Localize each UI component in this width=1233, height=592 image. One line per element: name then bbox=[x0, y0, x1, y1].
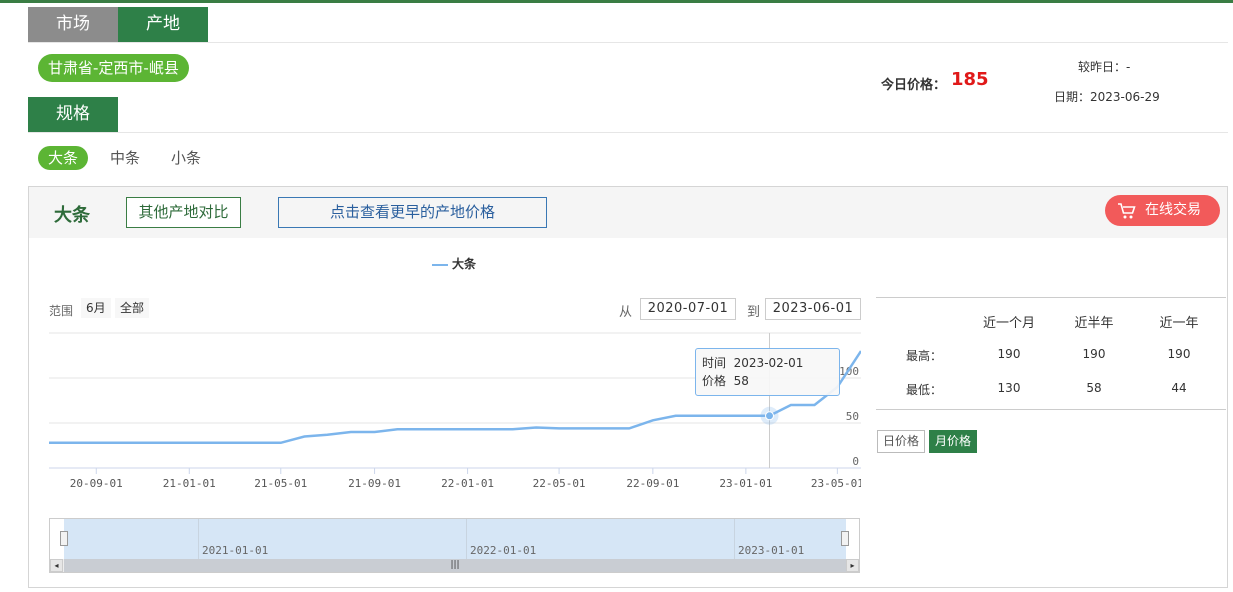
x-tick-label: 21-09-01 bbox=[348, 477, 401, 490]
spec-option-large[interactable]: 大条 bbox=[38, 146, 89, 170]
spec-option-medium[interactable]: 中条 bbox=[110, 146, 140, 170]
navigator-tick-label: 2021-01-01 bbox=[202, 544, 269, 557]
x-tick-label: 22-09-01 bbox=[626, 477, 679, 490]
x-tick-label: 23-05-01 bbox=[811, 477, 861, 490]
x-tick-label: 20-09-01 bbox=[70, 477, 123, 490]
tab-origin[interactable]: 产地 bbox=[118, 7, 208, 42]
tab-market[interactable]: 市场 bbox=[28, 7, 118, 42]
panel-title: 大条 bbox=[54, 205, 90, 226]
x-tick-label: 21-01-01 bbox=[163, 477, 216, 490]
range-6m-button[interactable]: 6月 bbox=[81, 298, 111, 318]
stat-col-halfyear: 近半年 bbox=[1074, 316, 1114, 331]
stat-col-year: 近一年 bbox=[1159, 316, 1199, 331]
legend-label: 大条 bbox=[452, 257, 477, 271]
category-tabs: 市场 产地 bbox=[28, 7, 208, 42]
spec-section-title: 规格 bbox=[28, 97, 118, 132]
stat-high-year: 190 bbox=[1167, 347, 1191, 361]
tooltip-price-label: 价格 bbox=[702, 374, 727, 388]
today-price-label: 今日价格： bbox=[881, 78, 947, 93]
top-accent-bar bbox=[0, 0, 1233, 3]
spec-option-small[interactable]: 小条 bbox=[171, 146, 201, 170]
divider bbox=[28, 42, 1228, 43]
navigator-tick-label: 2023-01-01 bbox=[738, 544, 805, 557]
tooltip-price-value: 58 bbox=[733, 374, 749, 388]
navigator-selection[interactable] bbox=[64, 519, 846, 559]
stat-low-month: 130 bbox=[997, 381, 1021, 395]
range-navigator[interactable]: 2021-01-01 2022-01-01 2023-01-01 ◂ ||| ▸ bbox=[49, 518, 860, 573]
stat-low-year: 44 bbox=[1171, 381, 1187, 395]
scroll-right-arrow-icon[interactable]: ▸ bbox=[846, 559, 859, 572]
price-date: 日期：2023-06-29 bbox=[1054, 90, 1160, 104]
stat-high-month: 190 bbox=[997, 347, 1021, 361]
navigator-tick-label: 2022-01-01 bbox=[470, 544, 537, 557]
divider bbox=[28, 132, 1228, 133]
navigator-scrollbar[interactable]: ◂ ||| ▸ bbox=[50, 559, 859, 572]
stat-high-halfyear: 190 bbox=[1082, 347, 1106, 361]
from-label: 从 bbox=[619, 305, 633, 320]
monthly-price-toggle[interactable]: 月价格 bbox=[929, 430, 978, 453]
online-trade-label: 在线交易 bbox=[1145, 202, 1201, 218]
compare-origins-button[interactable]: 其他产地对比 bbox=[126, 197, 241, 228]
divider bbox=[876, 297, 1226, 298]
stat-low-halfyear: 58 bbox=[1086, 381, 1102, 395]
divider bbox=[876, 409, 1226, 410]
to-date-input[interactable]: 2023-06-01 bbox=[765, 298, 861, 320]
navigator-gridline bbox=[198, 519, 199, 559]
daily-price-toggle[interactable]: 日价格 bbox=[877, 430, 926, 453]
earlier-prices-button[interactable]: 点击查看更早的产地价格 bbox=[278, 197, 547, 228]
tooltip-time-value: 2023-02-01 bbox=[733, 356, 804, 370]
panel-header: 大条 其他产地对比 点击查看更早的产地价格 在线交易 bbox=[29, 187, 1227, 238]
scroll-left-arrow-icon[interactable]: ◂ bbox=[50, 559, 63, 572]
x-tick-label: 21-05-01 bbox=[254, 477, 307, 490]
y-tick-label: 50 bbox=[846, 410, 859, 423]
navigator-gridline bbox=[466, 519, 467, 559]
compare-yesterday: 较昨日：- bbox=[1078, 60, 1131, 74]
stat-col-month: 近一个月 bbox=[982, 316, 1035, 331]
y-tick-label: 0 bbox=[852, 455, 859, 468]
x-tick-label: 22-01-01 bbox=[441, 477, 494, 490]
legend-line-icon bbox=[432, 263, 448, 266]
navigator-right-handle[interactable] bbox=[841, 531, 849, 546]
chart-legend[interactable]: 大条 bbox=[432, 255, 476, 272]
online-trade-button[interactable]: 在线交易 bbox=[1105, 195, 1220, 226]
hover-point bbox=[765, 411, 775, 421]
scrollbar-thumb[interactable]: ||| bbox=[64, 559, 846, 572]
to-label: 到 bbox=[747, 305, 761, 320]
stat-row-label-low: 最低： bbox=[906, 383, 943, 397]
tooltip-time-label: 时间 bbox=[702, 356, 727, 370]
today-price-value: 185 bbox=[951, 69, 989, 90]
x-tick-label: 22-05-01 bbox=[533, 477, 586, 490]
x-tick-label: 23-01-01 bbox=[719, 477, 772, 490]
navigator-gridline bbox=[734, 519, 735, 559]
origin-location-pill[interactable]: 甘肃省-定西市-岷县 bbox=[38, 54, 189, 82]
range-all-button[interactable]: 全部 bbox=[115, 298, 150, 318]
cart-icon bbox=[1118, 203, 1136, 219]
navigator-left-handle[interactable] bbox=[60, 531, 68, 546]
stat-row-label-high: 最高： bbox=[906, 349, 943, 363]
range-label: 范围 bbox=[49, 304, 74, 318]
from-date-input[interactable]: 2020-07-01 bbox=[640, 298, 736, 320]
chart-tooltip: 时间 2023-02-01 价格 58 bbox=[695, 348, 840, 396]
